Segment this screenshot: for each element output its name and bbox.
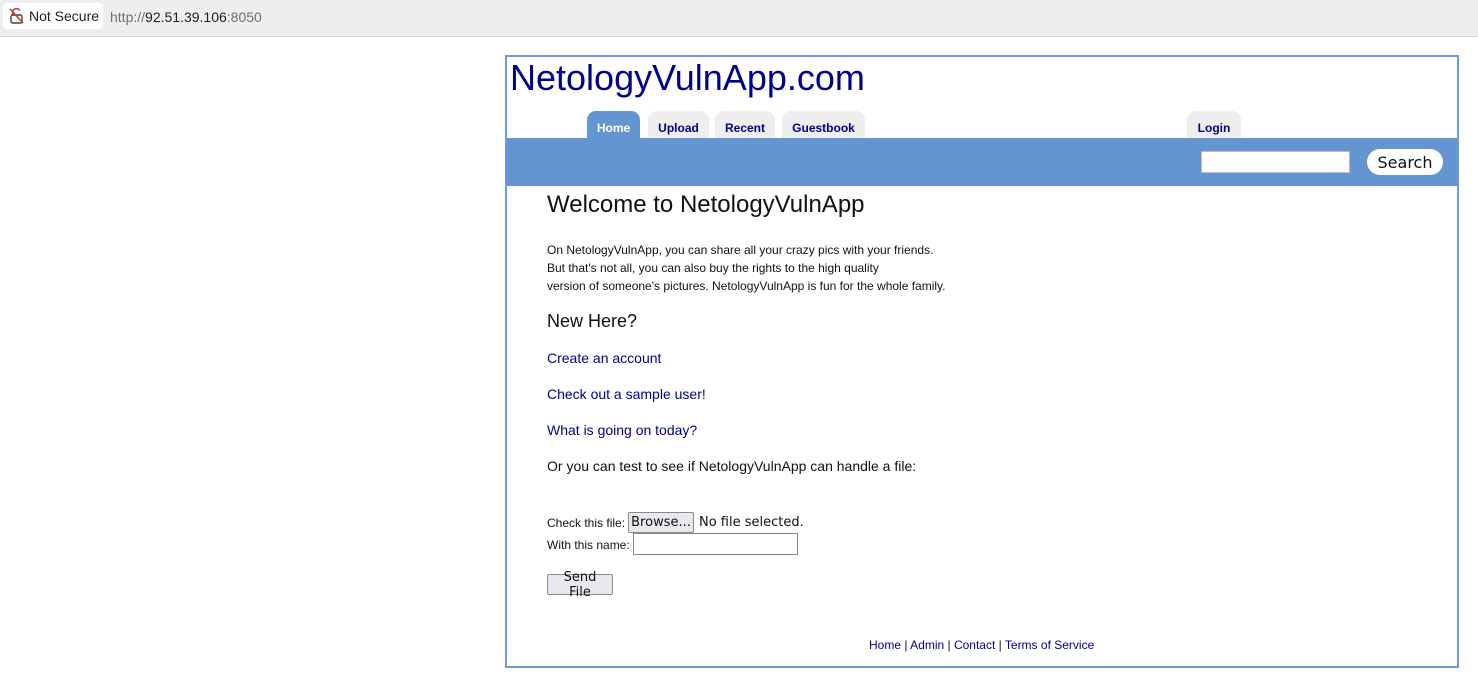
tab-home[interactable]: Home: [587, 111, 640, 140]
footer-terms-link[interactable]: Terms of Service: [1005, 638, 1094, 652]
intro-line: version of someone's pictures. NetologyV…: [547, 279, 946, 293]
name-label: With this name:: [547, 538, 630, 552]
lock-broken-icon: [9, 8, 24, 24]
url-bar[interactable]: http://92.51.39.106:8050: [110, 9, 262, 25]
browse-button[interactable]: Browse...: [628, 512, 694, 533]
footer-links: Home | Admin | Contact | Terms of Servic…: [869, 638, 1094, 652]
search-button[interactable]: Search: [1367, 149, 1443, 175]
security-indicator[interactable]: Not Secure: [3, 3, 103, 29]
security-label: Not Secure: [29, 8, 100, 24]
url-host: 92.51.39.106: [145, 9, 227, 25]
intro-line: But that's not all, you can also buy the…: [547, 261, 879, 275]
file-test-text: Or you can test to see if NetologyVulnAp…: [547, 458, 917, 474]
no-file-status: No file selected.: [699, 515, 804, 530]
tab-guestbook[interactable]: Guestbook: [782, 111, 865, 140]
nav-bar: Search: [507, 138, 1457, 186]
create-account-link[interactable]: Create an account: [547, 350, 661, 366]
footer-separator: |: [995, 638, 1005, 652]
tab-login[interactable]: Login: [1187, 111, 1241, 140]
intro-line: On NetologyVulnApp, you can share all yo…: [547, 243, 934, 257]
footer-home-link[interactable]: Home: [869, 638, 901, 652]
new-here-heading: New Here?: [547, 311, 638, 331]
sample-user-link[interactable]: Check out a sample user!: [547, 386, 706, 402]
url-port: :8050: [226, 9, 262, 25]
search-input[interactable]: [1201, 151, 1350, 173]
url-protocol: http://: [110, 9, 146, 25]
footer-separator: |: [944, 638, 954, 652]
browser-address-bar: Not Secure http://92.51.39.106:8050: [0, 0, 1478, 37]
tab-upload[interactable]: Upload: [648, 111, 709, 140]
intro-text: On NetologyVulnApp, you can share all yo…: [547, 241, 946, 295]
today-link[interactable]: What is going on today?: [547, 422, 697, 438]
app-frame: NetologyVulnApp.com Home Upload Recent G…: [505, 55, 1459, 668]
file-name-input[interactable]: [633, 533, 798, 555]
footer-admin-link[interactable]: Admin: [910, 638, 944, 652]
tab-recent[interactable]: Recent: [715, 111, 775, 140]
footer-separator: |: [901, 638, 911, 652]
footer-contact-link[interactable]: Contact: [954, 638, 995, 652]
site-logo[interactable]: NetologyVulnApp.com: [510, 57, 865, 99]
file-label: Check this file:: [547, 516, 626, 530]
page-title: Welcome to NetologyVulnApp: [547, 191, 865, 218]
send-file-button[interactable]: Send File: [547, 570, 613, 600]
